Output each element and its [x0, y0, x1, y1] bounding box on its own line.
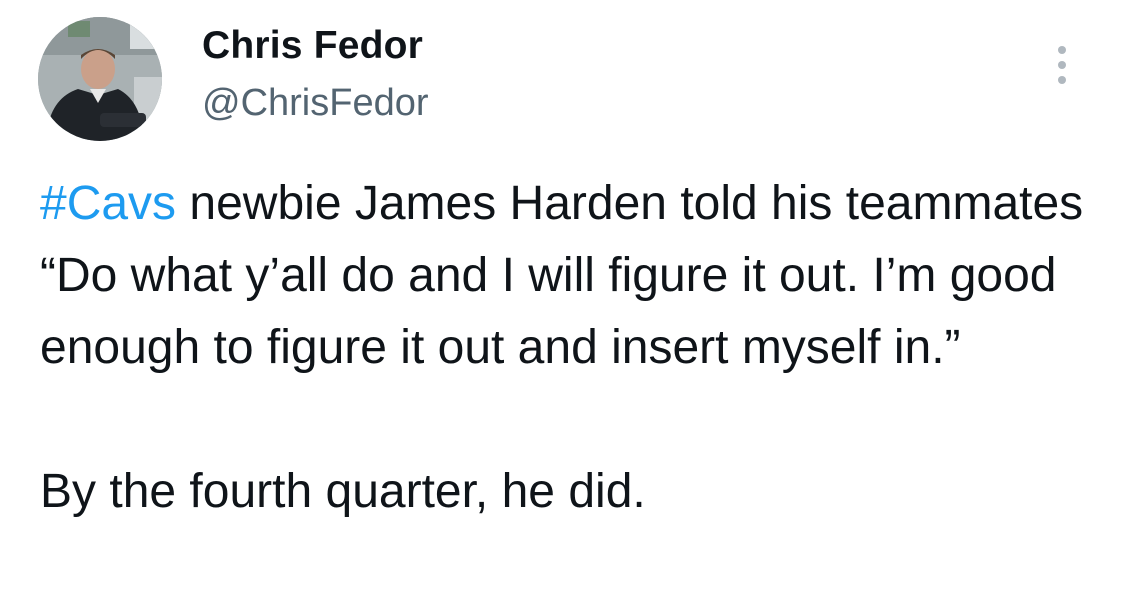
author-name[interactable]: Chris Fedor — [202, 24, 423, 68]
more-vertical-icon — [1058, 46, 1066, 54]
tweet-paragraph: #Cavs newbie James Harden told his teamm… — [40, 168, 1100, 384]
more-vertical-icon — [1058, 76, 1066, 84]
more-vertical-icon — [1058, 61, 1066, 69]
tweet-paragraph: By the fourth quarter, he did. — [40, 465, 646, 518]
tweet-paragraph-text: newbie James Harden told his teammates “… — [40, 177, 1084, 374]
author-avatar[interactable] — [38, 17, 162, 141]
more-options-button[interactable] — [1044, 40, 1080, 90]
tweet-text: #Cavs newbie James Harden told his teamm… — [40, 168, 1100, 528]
tweet-card: Chris Fedor @ChrisFedor #Cavs newbie Jam… — [0, 0, 1124, 613]
hashtag-link[interactable]: #Cavs — [40, 177, 176, 230]
avatar-photo — [38, 17, 162, 141]
author-handle[interactable]: @ChrisFedor — [202, 82, 429, 125]
